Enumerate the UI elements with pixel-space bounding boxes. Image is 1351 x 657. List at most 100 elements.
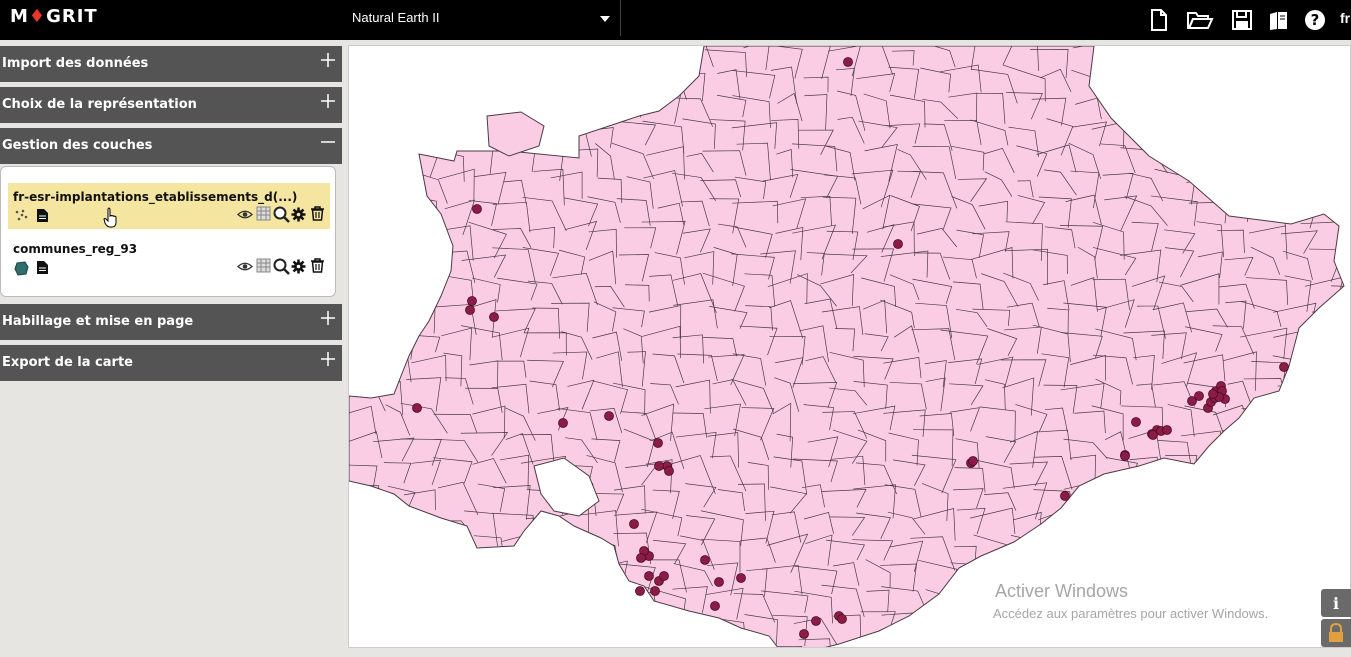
lock-button[interactable] bbox=[1321, 619, 1351, 647]
communes-region-shape[interactable] bbox=[486, 111, 545, 157]
expand-icon[interactable] bbox=[320, 310, 336, 326]
layer-list: fr-esr-implantations_etablissements_d(..… bbox=[0, 166, 336, 297]
table-icon[interactable] bbox=[256, 206, 271, 221]
commune-boundary bbox=[469, 612, 504, 638]
open-folder-icon[interactable] bbox=[1186, 8, 1214, 32]
zoom-to-layer-icon[interactable] bbox=[273, 206, 290, 223]
collapse-icon[interactable] bbox=[320, 134, 336, 150]
commune-boundary bbox=[1272, 615, 1315, 641]
establishment-point[interactable] bbox=[558, 418, 568, 428]
commune-boundary bbox=[590, 46, 625, 69]
commune-boundary bbox=[524, 536, 560, 569]
establishment-point[interactable] bbox=[664, 466, 674, 476]
panel-import-header[interactable]: Import des données bbox=[0, 46, 342, 82]
establishment-point[interactable] bbox=[811, 616, 821, 626]
establishment-point[interactable] bbox=[465, 305, 475, 315]
establishment-point[interactable] bbox=[636, 553, 646, 563]
new-file-icon[interactable] bbox=[1147, 8, 1171, 32]
panel-export-header[interactable]: Export de la carte bbox=[0, 345, 342, 381]
expand-icon[interactable] bbox=[320, 351, 336, 367]
commune-boundary bbox=[1317, 376, 1335, 406]
establishment-point[interactable] bbox=[653, 438, 663, 448]
establishment-point[interactable] bbox=[1120, 451, 1130, 461]
establishment-point[interactable] bbox=[472, 204, 482, 214]
establishment-point[interactable] bbox=[843, 57, 853, 67]
establishment-point[interactable] bbox=[799, 629, 809, 639]
map-svg[interactable] bbox=[349, 46, 1351, 648]
establishment-point[interactable] bbox=[650, 586, 660, 596]
commune-boundary bbox=[947, 619, 983, 640]
commune-boundary bbox=[498, 617, 535, 641]
commune-boundary bbox=[550, 561, 590, 588]
eye-icon[interactable] bbox=[237, 259, 253, 274]
establishment-point[interactable] bbox=[1131, 417, 1141, 427]
establishment-point[interactable] bbox=[736, 573, 746, 583]
commune-boundary bbox=[730, 637, 776, 647]
establishment-point[interactable] bbox=[489, 312, 499, 322]
help-icon[interactable]: ? bbox=[1303, 8, 1327, 32]
commune-boundary bbox=[1338, 513, 1344, 535]
layer-item[interactable]: fr-esr-implantations_etablissements_d(..… bbox=[8, 183, 330, 229]
expand-icon[interactable] bbox=[320, 52, 336, 68]
language-switch[interactable]: fr bbox=[1340, 10, 1350, 26]
map-canvas[interactable] bbox=[348, 45, 1351, 648]
establishment-point[interactable] bbox=[710, 601, 720, 611]
commune-boundary bbox=[1099, 484, 1127, 517]
commune-boundary bbox=[349, 247, 381, 275]
book-icon[interactable] bbox=[1267, 8, 1291, 32]
establishment-point[interactable] bbox=[1060, 491, 1070, 501]
establishment-point[interactable] bbox=[1148, 430, 1158, 440]
establishment-point[interactable] bbox=[629, 519, 639, 529]
trash-icon[interactable] bbox=[310, 258, 325, 273]
commune-boundary bbox=[522, 64, 566, 95]
establishment-point[interactable] bbox=[467, 296, 477, 306]
metadata-icon[interactable] bbox=[35, 260, 50, 275]
establishment-point[interactable] bbox=[1279, 362, 1289, 372]
establishment-point[interactable] bbox=[714, 577, 724, 587]
commune-boundary bbox=[673, 638, 717, 647]
establishment-point[interactable] bbox=[700, 555, 710, 565]
commune-boundary bbox=[349, 484, 380, 514]
establishment-point[interactable] bbox=[604, 411, 614, 421]
commune-boundary bbox=[1331, 403, 1344, 440]
establishment-point[interactable] bbox=[893, 239, 903, 249]
metadata-icon[interactable] bbox=[35, 208, 50, 223]
establishment-point[interactable] bbox=[644, 571, 654, 581]
projection-select-value: Natural Earth II bbox=[352, 10, 440, 25]
layer-item[interactable]: communes_reg_93 bbox=[8, 235, 330, 281]
panel-layers-header[interactable]: Gestion des couches bbox=[0, 128, 342, 164]
establishment-point[interactable] bbox=[968, 456, 978, 466]
panel-layout-header[interactable]: Habillage et mise en page bbox=[0, 304, 342, 340]
commune-boundary bbox=[410, 537, 441, 568]
panel-representation-header[interactable]: Choix de la représentation bbox=[0, 87, 342, 123]
eye-icon[interactable] bbox=[237, 207, 253, 222]
zoom-to-layer-icon[interactable] bbox=[273, 258, 290, 275]
establishment-point[interactable] bbox=[1194, 391, 1204, 401]
establishment-point[interactable] bbox=[837, 614, 847, 624]
commune-boundary bbox=[1280, 567, 1309, 598]
commune-boundary bbox=[401, 565, 436, 596]
establishment-point[interactable] bbox=[412, 403, 422, 413]
commune-boundary bbox=[374, 75, 412, 97]
expand-icon[interactable] bbox=[320, 93, 336, 109]
commune-boundary bbox=[387, 308, 415, 329]
gear-icon[interactable] bbox=[291, 207, 306, 222]
establishment-point[interactable] bbox=[635, 586, 645, 596]
commune-boundary bbox=[1187, 100, 1228, 118]
establishment-point[interactable] bbox=[1208, 389, 1218, 399]
establishment-point[interactable] bbox=[659, 571, 669, 581]
projection-select[interactable]: Natural Earth II bbox=[342, 0, 621, 36]
gear-icon[interactable] bbox=[291, 259, 306, 274]
commune-boundary bbox=[926, 639, 952, 647]
trash-icon[interactable] bbox=[310, 206, 325, 221]
commune-boundary bbox=[436, 122, 473, 146]
info-button[interactable]: i bbox=[1321, 589, 1351, 617]
save-icon[interactable] bbox=[1230, 8, 1254, 32]
commune-boundary bbox=[1311, 172, 1344, 197]
establishment-point[interactable] bbox=[654, 461, 664, 471]
commune-boundary bbox=[616, 644, 643, 647]
chevron-down-icon[interactable] bbox=[598, 12, 612, 26]
establishment-point[interactable] bbox=[1162, 425, 1172, 435]
table-icon[interactable] bbox=[256, 258, 271, 273]
commune-boundary bbox=[525, 594, 563, 622]
